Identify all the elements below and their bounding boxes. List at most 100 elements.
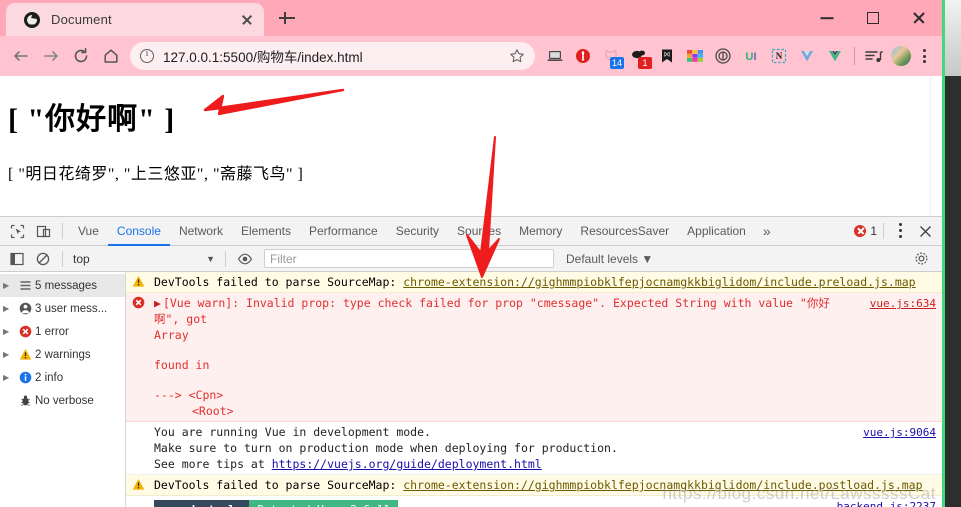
- sidebar-item-verbose[interactable]: No verbose: [0, 389, 125, 412]
- close-devtools-icon[interactable]: [912, 218, 938, 244]
- tab-security[interactable]: Security: [387, 217, 448, 246]
- media-playlist-icon[interactable]: [861, 41, 887, 71]
- cat-icon[interactable]: 14: [598, 41, 624, 71]
- sourcemap-link[interactable]: chrome-extension://gighmmpiobklfepjocnam…: [403, 275, 915, 289]
- device-toolbar-icon[interactable]: [30, 218, 56, 244]
- svg-text:N: N: [776, 51, 783, 61]
- browser-toolbar: 127.0.0.1:5500/购物车/index.html 14: [0, 36, 942, 76]
- sidebar-item-label: 5 messages: [35, 279, 98, 292]
- console-sidebar-toggle-icon[interactable]: [4, 246, 30, 272]
- error-count-badge[interactable]: 1: [854, 224, 877, 238]
- chevron-right-icon[interactable]: ▶: [3, 327, 15, 336]
- tab-resourcessaver[interactable]: ResourcesSaver: [571, 217, 678, 246]
- minimize-button[interactable]: [804, 0, 850, 36]
- source-link[interactable]: backend.js:2237: [837, 499, 936, 507]
- vue-devtools-badge-value: Detected Vue v2.6.11: [249, 500, 398, 507]
- found-in-label: found in: [154, 358, 210, 372]
- sidebar-item-user-messages[interactable]: ▶ 3 user mess...: [0, 297, 125, 320]
- dev-mode-line-1: You are running Vue in development mode.: [154, 425, 431, 439]
- cloud-icon[interactable]: 1: [626, 41, 652, 71]
- sidebar-item-errors[interactable]: ▶ 1 error: [0, 320, 125, 343]
- sidebar-item-info[interactable]: ▶ 2 info: [0, 366, 125, 389]
- avatar[interactable]: [891, 46, 911, 66]
- deployment-guide-link[interactable]: https://vuejs.org/guide/deployment.html: [272, 457, 542, 471]
- vue-green-icon[interactable]: [822, 41, 848, 71]
- page-paragraph: [ "明日花绮罗", "上三悠亚", "斋藤飞鸟" ]: [8, 166, 304, 183]
- new-tab-button[interactable]: [277, 8, 297, 28]
- extension-badge: 14: [610, 57, 624, 69]
- ui-icon[interactable]: UI: [738, 41, 764, 71]
- laptop-icon[interactable]: [542, 41, 568, 71]
- site-info-icon[interactable]: [140, 48, 154, 63]
- home-icon[interactable]: [96, 41, 126, 71]
- tab-console[interactable]: Console: [108, 217, 170, 246]
- forward-button[interactable]: [36, 41, 66, 71]
- console-filter-input[interactable]: [264, 249, 554, 268]
- bookmark-star-icon[interactable]: [509, 48, 525, 64]
- maximize-button[interactable]: [850, 0, 896, 36]
- console-message-warning[interactable]: DevTools failed to parse SourceMap: chro…: [126, 475, 942, 496]
- color-grid-icon[interactable]: [682, 41, 708, 71]
- expand-arrow-icon[interactable]: ▶: [154, 296, 161, 310]
- globe-icon: [24, 11, 40, 28]
- trace-line-1: ---> <Cpn>: [154, 388, 224, 402]
- devtools-divider: [62, 250, 63, 267]
- chevron-down-icon: ▼: [206, 253, 215, 264]
- clear-console-icon[interactable]: [30, 246, 56, 272]
- tab-performance[interactable]: Performance: [300, 217, 387, 246]
- reload-icon[interactable]: [66, 41, 96, 71]
- notion-icon[interactable]: N: [766, 41, 792, 71]
- vue-warn-second-line: Array: [154, 328, 189, 342]
- dev-mode-line-2: Make sure to turn on production mode whe…: [154, 441, 618, 455]
- tab-elements[interactable]: Elements: [232, 217, 300, 246]
- vue-blue-icon[interactable]: [794, 41, 820, 71]
- console-message-devtools-detected[interactable]: backend.js:2237 vue-devtools Detected Vu…: [126, 496, 942, 507]
- back-button[interactable]: [6, 41, 36, 71]
- source-link[interactable]: vue.js:9064: [863, 425, 936, 441]
- desktop-background: [945, 0, 961, 507]
- tab-vue[interactable]: Vue: [69, 217, 108, 246]
- gear-icon[interactable]: [908, 246, 934, 272]
- close-icon[interactable]: [238, 11, 256, 29]
- execution-context-select[interactable]: top ▼: [69, 249, 219, 268]
- tab-application[interactable]: Application: [678, 217, 755, 246]
- tab-sources[interactable]: Sources: [448, 217, 510, 246]
- page-scrollbar[interactable]: [930, 76, 942, 216]
- chevron-right-icon[interactable]: ▶: [3, 350, 15, 359]
- console-body: ▶ 5 messages ▶ 3 user mess... ▶ 1 error …: [0, 272, 942, 507]
- sidebar-item-messages[interactable]: ▶ 5 messages: [0, 274, 125, 297]
- dev-mode-line-3-prefix: See more tips at: [154, 457, 272, 471]
- inspect-element-icon[interactable]: [4, 218, 30, 244]
- browser-tab[interactable]: Document: [6, 3, 264, 36]
- address-bar[interactable]: 127.0.0.1:5500/购物车/index.html: [130, 42, 535, 70]
- chevron-right-icon[interactable]: ▶: [3, 304, 15, 313]
- live-expression-icon[interactable]: [232, 246, 258, 272]
- more-tabs-icon[interactable]: »: [755, 223, 779, 239]
- close-window-button[interactable]: [896, 0, 942, 36]
- sourcemap-link[interactable]: chrome-extension://gighmmpiobklfepjocnam…: [403, 478, 922, 492]
- bug-icon: [15, 394, 35, 407]
- log-levels-label: Default levels: [566, 251, 639, 266]
- tab-memory[interactable]: Memory: [510, 217, 571, 246]
- console-message-warning[interactable]: DevTools failed to parse SourceMap: chro…: [126, 272, 942, 293]
- chevron-right-icon[interactable]: ▶: [3, 281, 15, 290]
- execution-context-value: top: [73, 251, 90, 266]
- page-viewport: [ "你好啊" ] [ "明日花绮罗", "上三悠亚", "斋藤飞鸟" ]: [0, 76, 942, 216]
- console-message-info[interactable]: vue.js:9064 You are running Vue in devel…: [126, 422, 942, 475]
- devtools-menu-button[interactable]: [890, 218, 912, 244]
- devtools-tabbar: Vue Console Network Elements Performance…: [0, 217, 942, 246]
- vue-devtools-badge: vue-devtools Detected Vue v2.6.11: [154, 500, 398, 507]
- source-link[interactable]: vue.js:634: [870, 296, 936, 312]
- bookmark-x-icon[interactable]: ⨝: [654, 41, 680, 71]
- shield-swirl-icon[interactable]: [710, 41, 736, 71]
- devtools-panel: Vue Console Network Elements Performance…: [0, 216, 942, 507]
- chevron-right-icon[interactable]: ▶: [3, 373, 15, 382]
- chrome-menu-button[interactable]: [914, 41, 936, 71]
- sidebar-item-warnings[interactable]: ▶ 2 warnings: [0, 343, 125, 366]
- tab-title: Document: [51, 12, 112, 27]
- console-message-error[interactable]: vue.js:634 ▶ [Vue warn]: Invalid prop: ty…: [126, 293, 942, 422]
- log-levels-dropdown[interactable]: Default levels ▼: [566, 252, 653, 266]
- devtools-divider: [225, 250, 226, 267]
- adblock-icon[interactable]: [570, 41, 596, 71]
- tab-network[interactable]: Network: [170, 217, 232, 246]
